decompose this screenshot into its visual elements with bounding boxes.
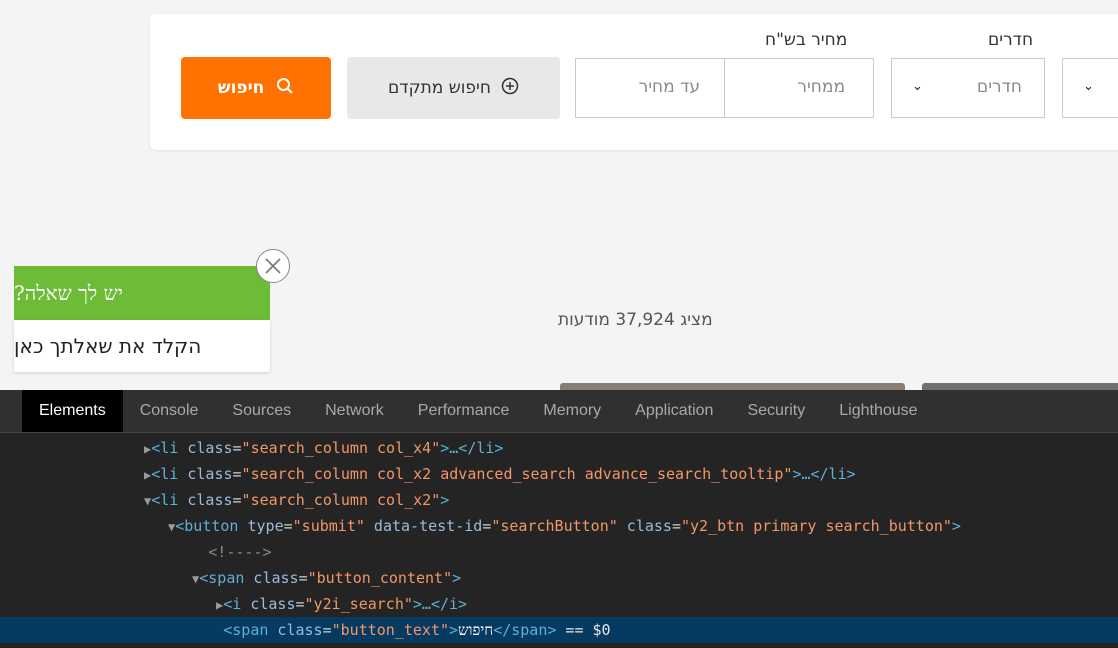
tag-tail: > [449, 621, 459, 639]
tag-tail: >…</i> [412, 595, 468, 613]
attr-name: class [268, 621, 323, 639]
listing-thumbnail[interactable] [560, 383, 905, 390]
tag-tail: > [440, 491, 450, 509]
attr-name: class [244, 569, 299, 587]
tag-open: <li [151, 439, 179, 457]
price-min-placeholder: ממחיר [797, 77, 845, 97]
attr-equals: = [232, 491, 242, 509]
devtools-tab-console[interactable]: Console [123, 390, 216, 432]
chevron-down-icon: ⌄ [1083, 79, 1094, 94]
dom-node[interactable]: ▼<span class="button_content"> [0, 565, 1118, 591]
rooms-select-value: חדרים [976, 77, 1022, 97]
plus-circle-icon [501, 77, 519, 100]
attr-equals: = [295, 595, 305, 613]
tag-open: <li [151, 491, 179, 509]
search-icon [276, 77, 294, 100]
tag-open: <span [223, 621, 269, 639]
listing-thumbnail[interactable] [922, 383, 1118, 390]
attr-value: "search_column col_x2 advanced_search ad… [241, 465, 793, 483]
attr-value: "searchButton" [491, 517, 618, 535]
attr-name: class [241, 595, 296, 613]
price-min-input[interactable]: ממחיר [724, 58, 874, 118]
tag-open: <li [151, 465, 179, 483]
advanced-search-label: חיפוש מתקדם [388, 78, 491, 98]
attr-value: "submit" [292, 517, 365, 535]
selected-node-marker: == $0 [556, 621, 611, 639]
tag-tail: > [951, 517, 961, 535]
advanced-search-button[interactable]: חיפוש מתקדם [347, 57, 560, 119]
devtools-tab-performance[interactable]: Performance [401, 390, 527, 432]
devtools-tab-elements[interactable]: Elements [22, 390, 123, 432]
attr-name: class [178, 491, 233, 509]
tag-close: </span> [493, 621, 557, 639]
web-page: מחיר בש"ח חדרים ⌄ חדרים ⌄ ממחיר עד מחיר … [0, 0, 1118, 390]
results-count: מציג 37,924 מודעות [558, 310, 713, 330]
attr-name: type [238, 517, 284, 535]
dom-node[interactable]: ▶<i class="y2i_search">…</i> [0, 591, 1118, 617]
chevron-down-icon: ⌄ [912, 79, 923, 94]
dom-comment: <!----> [199, 543, 272, 561]
devtools-tab-sources[interactable]: Sources [215, 390, 308, 432]
devtools-tab-security[interactable]: Security [730, 390, 822, 432]
search-button-label: חיפוש [217, 78, 265, 98]
close-icon[interactable] [256, 249, 290, 283]
node-text: חיפוש [458, 621, 494, 639]
dom-node[interactable]: </span> [0, 643, 1118, 648]
attr-name: class [617, 517, 672, 535]
attr-value: "button_text" [331, 621, 450, 639]
attr-value: "y2_btn primary search_button" [680, 517, 952, 535]
attr-equals: = [283, 517, 293, 535]
attr-name: data-test-id [364, 517, 483, 535]
rooms-select[interactable]: חדרים ⌄ [891, 58, 1045, 118]
dom-node[interactable]: ▼<button type="submit" data-test-id="sea… [0, 513, 1118, 539]
attr-value: "search_column col_x2" [241, 491, 441, 509]
tag-tail: >…</li> [440, 439, 504, 457]
chat-prompt[interactable]: הקלד את שאלתך כאן [14, 320, 270, 372]
devtools-tab-lighthouse[interactable]: Lighthouse [822, 390, 934, 432]
dom-node-selected[interactable]: <span class="button_text">חיפוש</span> =… [0, 617, 1118, 643]
devtools-panel: Elements Console Sources Network Performance… [0, 390, 1118, 648]
price-max-input[interactable]: עד מחיר [575, 58, 725, 118]
price-max-placeholder: עד מחיר [638, 77, 700, 97]
chat-widget[interactable]: יש לך שאלה? הקלד את שאלתך כאן [14, 266, 270, 372]
attr-value: "button_content" [307, 569, 453, 587]
attr-value: "search_column col_x4" [241, 439, 441, 457]
search-button[interactable]: חיפוש [181, 57, 331, 119]
attr-equals: = [671, 517, 681, 535]
attr-name: class [178, 465, 233, 483]
attr-equals: = [482, 517, 492, 535]
tag-tail: >…</li> [792, 465, 856, 483]
tag-tail: > [452, 569, 462, 587]
tag-open: <i [223, 595, 242, 613]
dom-node[interactable]: ▶<li class="search_column col_x4">…</li> [0, 435, 1118, 461]
devtools-tab-network[interactable]: Network [308, 390, 401, 432]
rooms-label: חדרים [988, 30, 1034, 50]
attr-equals: = [322, 621, 332, 639]
chat-title: יש לך שאלה? [14, 266, 270, 320]
devtools-tab-application[interactable]: Application [618, 390, 730, 432]
price-label: מחיר בש"ח [765, 30, 848, 50]
devtools-tabs: Elements Console Sources Network Performance… [0, 390, 1118, 433]
attr-equals: = [232, 465, 242, 483]
tag-open: <button [175, 517, 239, 535]
dom-node[interactable]: ▼<li class="search_column col_x2"> [0, 487, 1118, 513]
attr-equals: = [232, 439, 242, 457]
attr-value: "y2i_search" [304, 595, 413, 613]
devtools-tab-memory[interactable]: Memory [526, 390, 618, 432]
attr-equals: = [298, 569, 308, 587]
dom-node[interactable]: <!----> [0, 539, 1118, 565]
tag-open: <span [199, 569, 245, 587]
dom-node[interactable]: ▶<li class="search_column col_x2 advance… [0, 461, 1118, 487]
attr-name: class [178, 439, 233, 457]
property-type-select[interactable]: ⌄ [1062, 58, 1118, 118]
